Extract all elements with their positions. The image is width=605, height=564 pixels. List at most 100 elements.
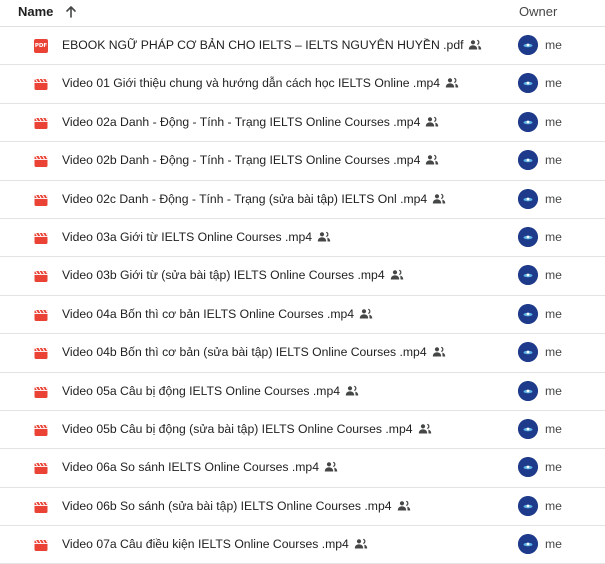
file-row[interactable]: Video 05b Câu bị động (sửa bài tập) IELT… (0, 411, 605, 450)
owner-avatar (518, 111, 538, 132)
arrow-up-icon[interactable] (62, 3, 80, 21)
owner-name: me (545, 345, 562, 360)
file-row[interactable]: Video 02b Danh - Động - Tính - Trạng IEL… (0, 142, 605, 181)
file-name-cell[interactable]: Video 04a Bốn thì cơ bản IELTS Online Co… (62, 307, 373, 321)
owner-avatar (518, 303, 538, 324)
owner-name: me (545, 421, 562, 436)
shared-people-icon (425, 154, 439, 166)
video-file-icon (34, 231, 48, 245)
file-name-cell[interactable]: Video 06b So sánh (sửa bài tập) IELTS On… (62, 499, 411, 513)
video-file-icon (34, 116, 48, 130)
video-file-icon (34, 385, 48, 399)
owner-avatar (518, 380, 538, 401)
file-name-cell[interactable]: Video 06a So sánh IELTS Online Courses .… (62, 460, 338, 474)
file-name: Video 05b Câu bị động (sửa bài tập) IELT… (62, 421, 413, 436)
file-name-cell[interactable]: Video 03b Giới từ (sửa bài tập) IELTS On… (62, 268, 404, 282)
file-name: Video 07a Câu điều kiện IELTS Online Cou… (62, 537, 349, 552)
file-list: PDF EBOOK NGỮ PHÁP CƠ BẢN CHO IELTS – IEL… (0, 27, 605, 564)
video-file-icon (34, 538, 48, 552)
file-row[interactable]: Video 02a Danh - Động - Tính - Trạng IEL… (0, 104, 605, 143)
file-row[interactable]: Video 06a So sánh IELTS Online Courses .… (0, 449, 605, 488)
file-row[interactable]: Video 03b Giới từ (sửa bài tập) IELTS On… (0, 257, 605, 296)
owner-avatar (518, 188, 538, 209)
file-name: Video 02a Danh - Động - Tính - Trạng IEL… (62, 114, 421, 129)
owner-avatar (518, 35, 538, 55)
file-name-cell[interactable]: Video 03a Giới từ IELTS Online Courses .… (62, 230, 331, 244)
owner-avatar (518, 150, 538, 171)
video-file-icon (34, 500, 48, 514)
owner-column-header[interactable]: Owner (519, 4, 557, 19)
owner-avatar (518, 342, 538, 363)
file-row[interactable]: Video 04a Bốn thì cơ bản IELTS Online Co… (0, 296, 605, 335)
shared-people-icon (445, 77, 459, 89)
owner-name: me (545, 383, 562, 398)
shared-people-icon (390, 269, 404, 281)
file-name-cell[interactable]: Video 05a Câu bị động IELTS Online Cours… (62, 384, 359, 398)
owner-avatar (518, 534, 538, 555)
video-file-icon (34, 423, 48, 437)
file-name-cell[interactable]: Video 02c Danh - Động - Tính - Trạng (sử… (62, 192, 446, 206)
file-row[interactable]: Video 03a Giới từ IELTS Online Courses .… (0, 219, 605, 258)
file-name: Video 06b So sánh (sửa bài tập) IELTS On… (62, 498, 392, 513)
file-name: EBOOK NGỮ PHÁP CƠ BẢN CHO IELTS – IELTS … (62, 38, 464, 52)
owner-name: me (545, 306, 562, 321)
owner-name: me (545, 76, 562, 91)
video-file-icon (34, 346, 48, 360)
video-file-icon (34, 154, 48, 168)
file-name: Video 06a So sánh IELTS Online Courses .… (62, 460, 319, 475)
video-file-icon (34, 269, 48, 283)
shared-people-icon (359, 308, 373, 320)
shared-people-icon (324, 461, 338, 473)
shared-people-icon (425, 116, 439, 128)
owner-name: me (545, 537, 562, 552)
shared-people-icon (397, 500, 411, 512)
shared-people-icon (345, 385, 359, 397)
owner-avatar (518, 265, 538, 286)
file-row[interactable]: Video 04b Bốn thì cơ bản (sửa bài tập) I… (0, 334, 605, 373)
shared-people-icon (432, 346, 446, 358)
pdf-file-icon: PDF (34, 39, 48, 53)
shared-people-icon (468, 39, 482, 51)
file-name: Video 05a Câu bị động IELTS Online Cours… (62, 383, 340, 398)
owner-name: me (545, 38, 562, 52)
file-name-cell[interactable]: EBOOK NGỮ PHÁP CƠ BẢN CHO IELTS – IELTS … (62, 38, 482, 52)
shared-people-icon (418, 423, 432, 435)
file-row[interactable]: Video 01 Giới thiệu chung và hướng dẫn c… (0, 65, 605, 104)
file-name: Video 03b Giới từ (sửa bài tập) IELTS On… (62, 268, 385, 283)
file-name: Video 01 Giới thiệu chung và hướng dẫn c… (62, 76, 441, 91)
owner-name: me (545, 460, 562, 475)
video-file-icon (34, 77, 48, 91)
shared-people-icon (354, 538, 368, 550)
name-column-header[interactable]: Name (18, 4, 53, 19)
video-file-icon (34, 308, 48, 322)
file-row[interactable]: Video 02c Danh - Động - Tính - Trạng (sử… (0, 181, 605, 219)
owner-avatar (518, 226, 538, 247)
file-row[interactable]: Video 05a Câu bị động IELTS Online Cours… (0, 373, 605, 411)
file-name: Video 04a Bốn thì cơ bản IELTS Online Co… (62, 306, 355, 321)
file-name-cell[interactable]: Video 02b Danh - Động - Tính - Trạng IEL… (62, 153, 439, 167)
file-name-cell[interactable]: Video 07a Câu điều kiện IELTS Online Cou… (62, 537, 368, 551)
file-name: Video 02c Danh - Động - Tính - Trạng (sử… (62, 191, 428, 206)
shared-people-icon (432, 193, 446, 205)
owner-avatar (518, 457, 538, 478)
file-row[interactable]: PDF EBOOK NGỮ PHÁP CƠ BẢN CHO IELTS – IEL… (0, 27, 605, 66)
file-name-cell[interactable]: Video 05b Câu bị động (sửa bài tập) IELT… (62, 422, 432, 436)
file-name-cell[interactable]: Video 02a Danh - Động - Tính - Trạng IEL… (62, 115, 439, 129)
owner-name: me (545, 114, 562, 129)
list-header: Name Owner (0, 0, 605, 27)
owner-avatar (518, 418, 538, 439)
owner-name: me (545, 498, 562, 513)
file-row[interactable]: Video 06b So sánh (sửa bài tập) IELTS On… (0, 488, 605, 527)
file-name-cell[interactable]: Video 01 Giới thiệu chung và hướng dẫn c… (62, 76, 459, 90)
owner-avatar (518, 495, 538, 516)
owner-avatar (518, 73, 538, 94)
file-name-cell[interactable]: Video 04b Bốn thì cơ bản (sửa bài tập) I… (62, 345, 446, 359)
owner-name: me (545, 229, 562, 244)
video-file-icon (34, 193, 48, 207)
file-name: Video 04b Bốn thì cơ bản (sửa bài tập) I… (62, 345, 427, 360)
file-name: Video 03a Giới từ IELTS Online Courses .… (62, 229, 313, 244)
video-file-icon (34, 461, 48, 475)
file-name: Video 02b Danh - Động - Tính - Trạng IEL… (62, 153, 421, 168)
owner-name: me (545, 153, 562, 168)
file-row[interactable]: Video 07a Câu điều kiện IELTS Online Cou… (0, 526, 605, 564)
